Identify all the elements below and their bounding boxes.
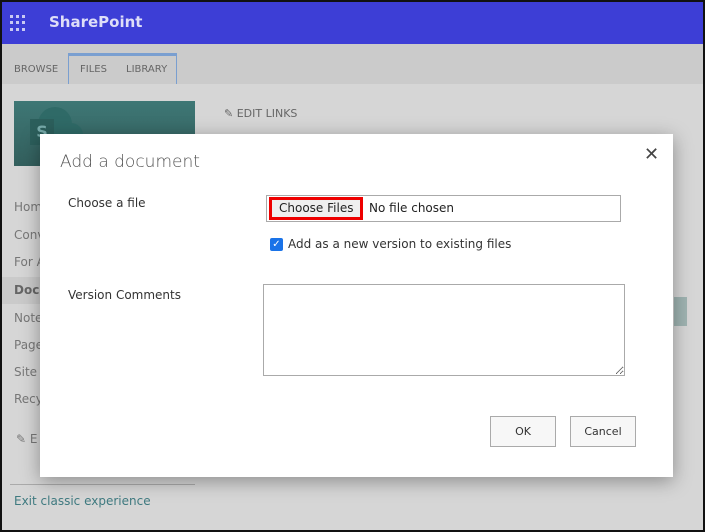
tab-library[interactable]: LIBRARY (126, 53, 167, 83)
dialog-title: Add a document (60, 152, 200, 172)
no-file-text: No file chosen (369, 201, 455, 215)
exit-classic-link[interactable]: Exit classic experience (14, 494, 151, 508)
add-document-dialog: Add a document ✕ Choose a file Choose Fi… (40, 134, 673, 477)
top-bar: SharePoint (2, 2, 703, 44)
nav-site-contents[interactable]: Site (14, 365, 37, 379)
version-comments-label: Version Comments (68, 288, 181, 302)
nav-recycle-bin[interactable]: Recy (14, 392, 43, 406)
waffle-icon[interactable] (10, 15, 26, 31)
choose-file-label: Choose a file (68, 196, 146, 210)
new-version-label[interactable]: Add as a new version to existing files (288, 237, 511, 251)
file-input[interactable]: Choose Files No file chosen (266, 195, 621, 222)
version-comments-input[interactable] (263, 284, 625, 376)
cancel-button[interactable]: Cancel (570, 416, 636, 447)
edit-links-label: EDIT LINKS (236, 107, 298, 120)
nav-notebook[interactable]: Note (14, 311, 42, 325)
background-block (674, 297, 687, 326)
pencil-icon: ✎ (16, 432, 30, 446)
close-icon[interactable]: ✕ (644, 144, 659, 165)
nav-pages[interactable]: Page (14, 338, 43, 352)
tab-browse[interactable]: BROWSE (14, 53, 58, 83)
nav-edit-label: E (29, 432, 38, 446)
nav-home[interactable]: Hom (14, 200, 42, 214)
nav-edit[interactable]: ✎ E (16, 432, 37, 446)
pencil-icon: ✎ (224, 107, 237, 120)
tab-files[interactable]: FILES (80, 53, 107, 83)
edit-links[interactable]: ✎ EDIT LINKS (224, 107, 297, 120)
ok-button[interactable]: OK (490, 416, 556, 447)
divider (10, 484, 195, 485)
choose-files-button[interactable]: Choose Files (269, 197, 364, 220)
new-version-checkbox[interactable]: ✓ (270, 238, 283, 251)
brand-title[interactable]: SharePoint (49, 13, 142, 31)
